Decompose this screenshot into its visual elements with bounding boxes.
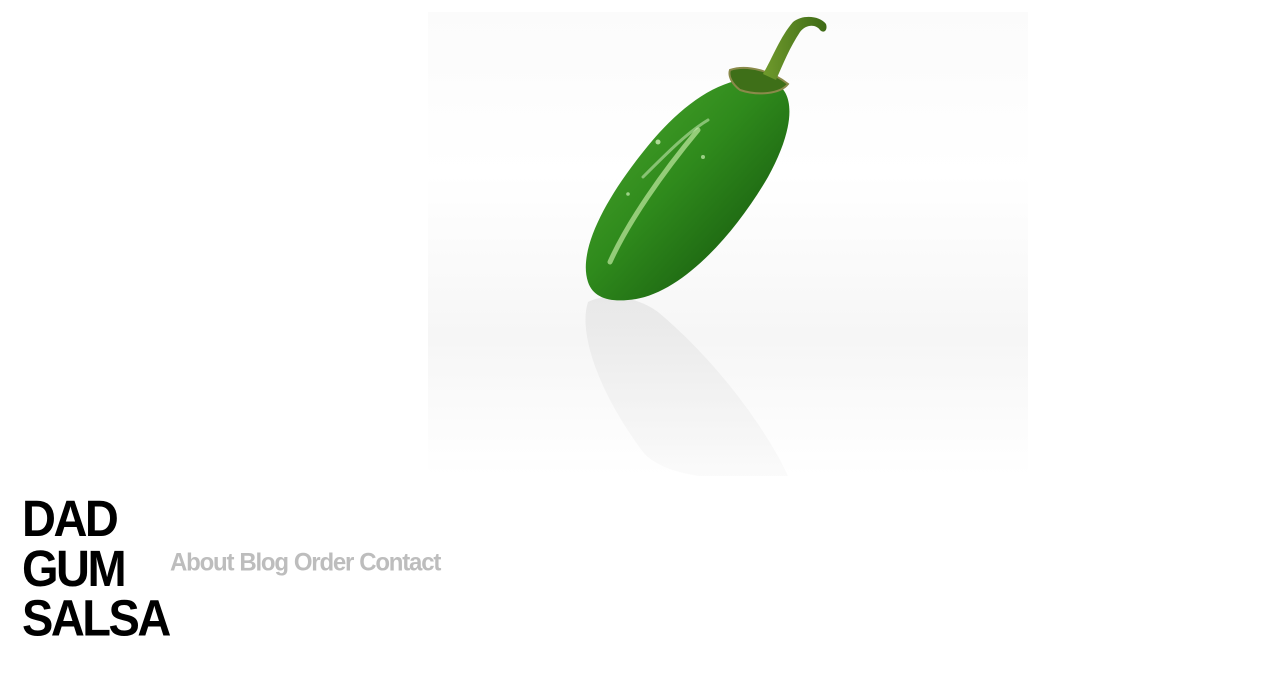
hero-image: [428, 12, 1028, 476]
nav-link-contact[interactable]: Contact: [359, 548, 441, 577]
nav-link-order[interactable]: Order: [294, 548, 355, 577]
logo-line-dad: DAD: [22, 489, 119, 547]
logo-line-gum: GUM: [22, 539, 127, 597]
nav-link-about[interactable]: About: [170, 548, 235, 577]
page: DAD GUM SALSA About Blog Order Contact: [0, 0, 1280, 686]
jalapeno-pepper-image: [585, 16, 827, 476]
site-footer: DAD GUM SALSA About Blog Order Contact: [22, 493, 441, 643]
logo-line-salsa: SALSA: [22, 589, 171, 647]
site-logo[interactable]: DAD GUM SALSA: [22, 489, 171, 647]
main-nav: About Blog Order Contact: [170, 548, 441, 577]
nav-link-blog[interactable]: Blog: [239, 548, 289, 577]
